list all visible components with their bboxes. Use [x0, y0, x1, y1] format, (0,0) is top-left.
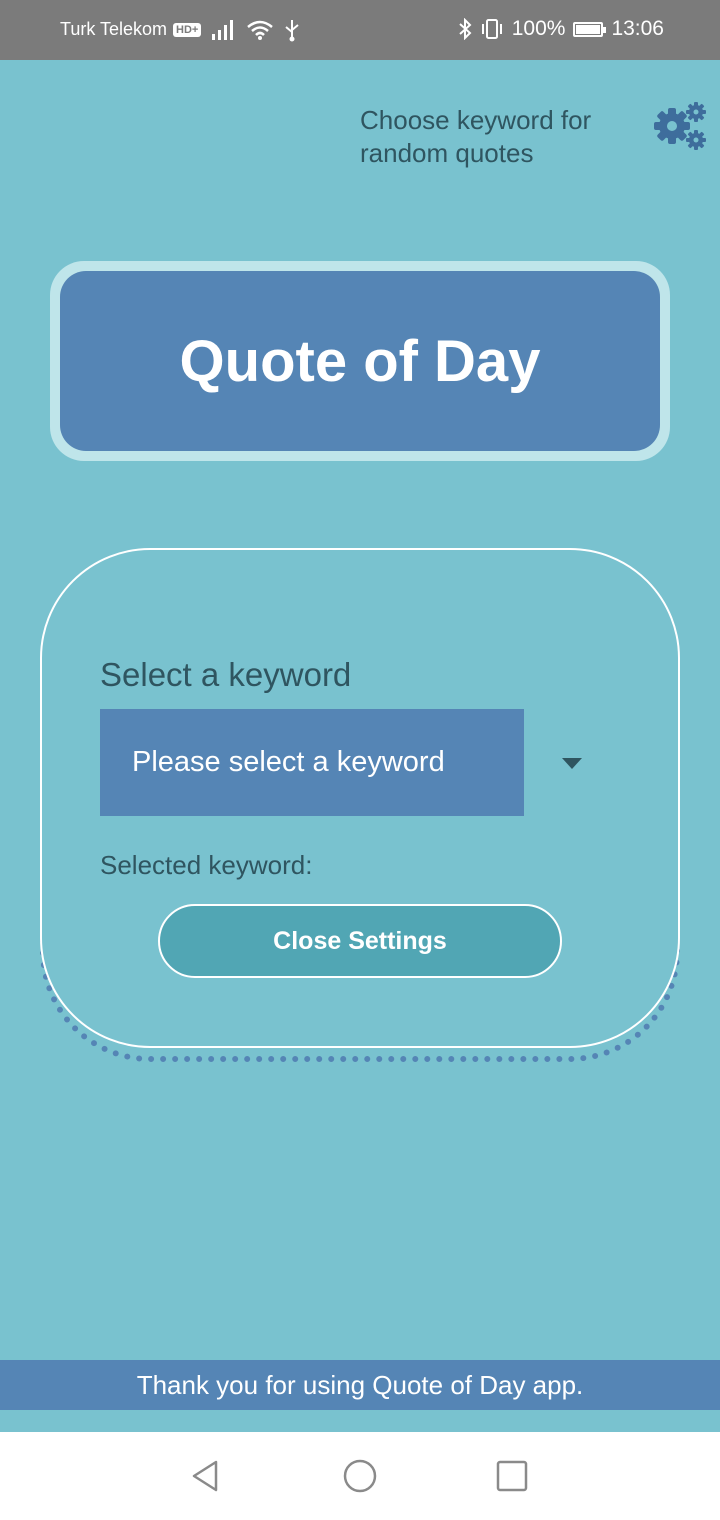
- settings-hint: Choose keyword for random quotes: [360, 105, 592, 168]
- status-bar: Turk Telekom HD+ 100% 13:06: [0, 0, 720, 60]
- battery-percent: 100%: [511, 17, 566, 40]
- usb-icon: [285, 20, 299, 42]
- recents-icon[interactable]: [490, 1454, 534, 1498]
- back-icon[interactable]: [184, 1454, 228, 1498]
- home-icon[interactable]: [338, 1454, 382, 1498]
- wifi-icon: [247, 20, 273, 40]
- system-indicators: 100% 13:06: [458, 17, 664, 41]
- signal-icon: [212, 20, 233, 40]
- dropdown-arrow-icon[interactable]: [562, 758, 582, 770]
- app-title: Quote of Day: [179, 328, 541, 394]
- carrier-name: Turk Telekom: [60, 19, 168, 39]
- connectivity-icons: [212, 18, 300, 42]
- vibrate-icon: [481, 19, 502, 39]
- clock: 13:06: [611, 17, 664, 40]
- navigation-bar: [0, 1432, 720, 1520]
- selected-keyword-label: Selected keyword:: [100, 850, 313, 880]
- footer-banner: Thank you for using Quote of Day app.: [0, 1360, 720, 1410]
- footer-message: Thank you for using Quote of Day app.: [136, 1369, 584, 1400]
- title-banner: Quote of Day: [60, 271, 660, 451]
- close-settings-button[interactable]: Close Settings: [158, 904, 562, 978]
- select-keyword-label: Select a keyword: [100, 656, 352, 693]
- bluetooth-icon: [459, 18, 472, 40]
- title-card: Quote of Day: [50, 261, 670, 461]
- gear-icon[interactable]: [650, 98, 710, 154]
- keyword-dropdown-value: Please select a keyword: [132, 746, 445, 778]
- carrier-info: Turk Telekom HD+: [60, 19, 202, 40]
- battery-icon: [573, 21, 607, 37]
- hd-badge: HD+: [173, 22, 202, 37]
- keyword-dropdown[interactable]: Please select a keyword: [100, 709, 524, 816]
- battery-level: [576, 24, 601, 34]
